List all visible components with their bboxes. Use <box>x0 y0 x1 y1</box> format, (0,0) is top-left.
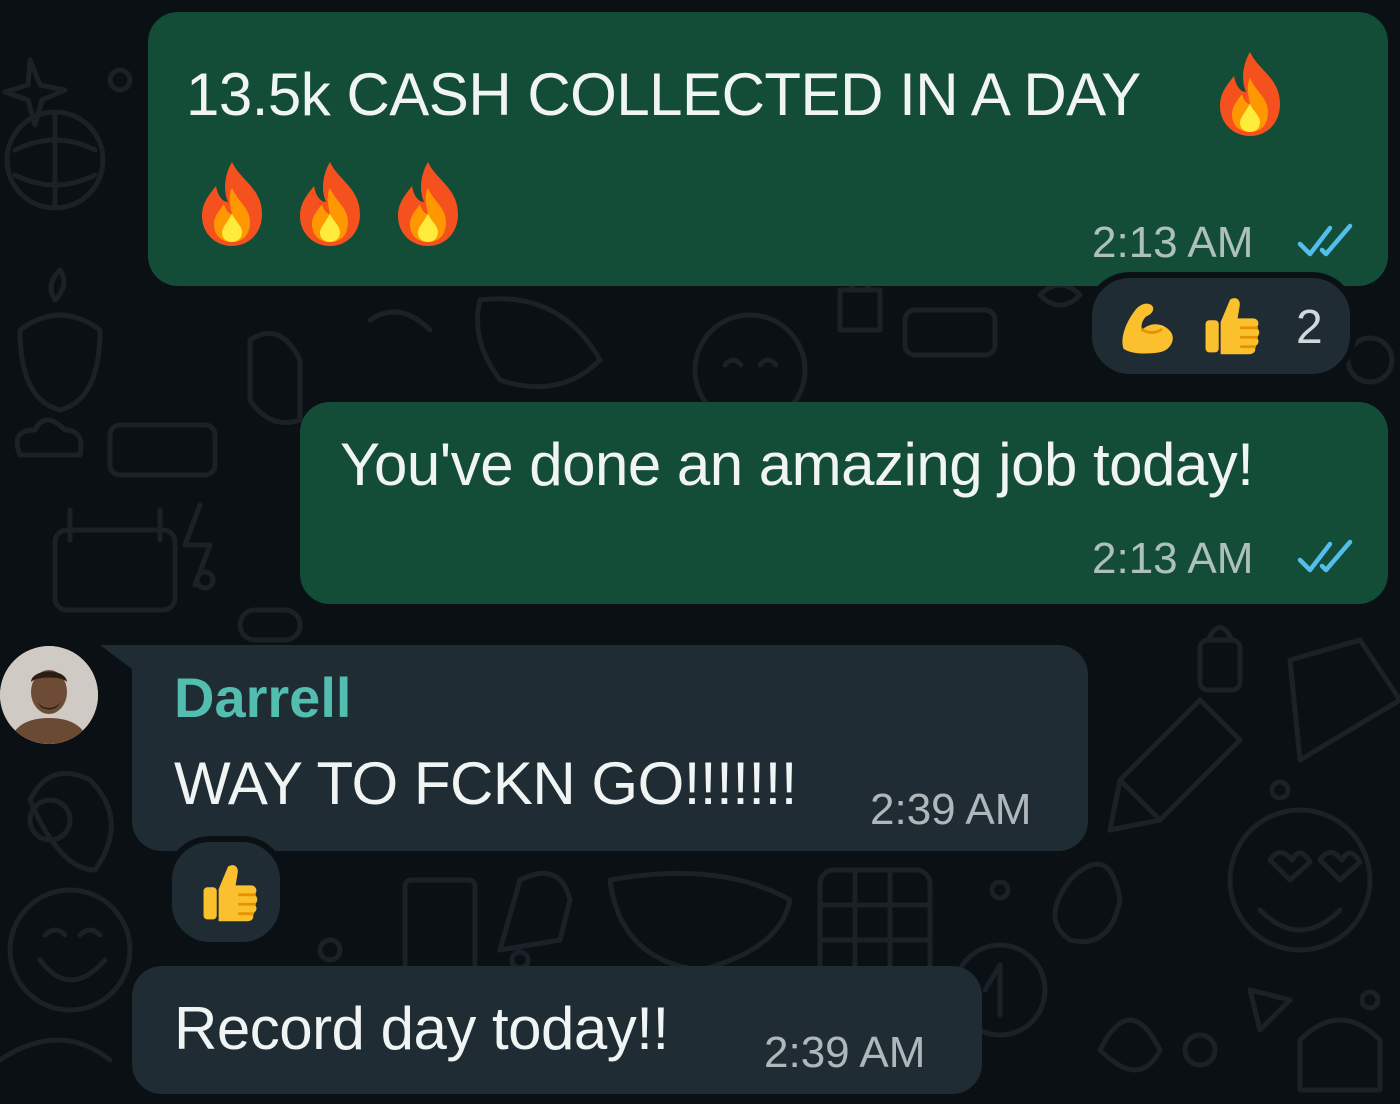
message-time: 2:39 AM <box>764 1028 926 1077</box>
message-text: You've done an amazing job today! <box>340 431 1254 498</box>
message-time: 2:13 AM <box>1092 218 1254 267</box>
fire-emoji <box>1220 52 1280 136</box>
avatar-photo <box>0 646 98 744</box>
reaction-count: 2 <box>1296 301 1323 354</box>
message-text: WAY TO FCKN GO!!!!!!! <box>174 750 797 817</box>
fire-emoji <box>300 162 360 246</box>
message-bubble-outgoing[interactable]: You've done an amazing job today! 2:13 A… <box>300 402 1388 604</box>
message-text: 13.5k CASH COLLECTED IN A DAY <box>186 61 1141 128</box>
fire-emoji <box>398 162 458 246</box>
message-time: 2:13 AM <box>1092 534 1254 583</box>
avatar[interactable] <box>0 646 98 744</box>
message-bubble-incoming[interactable]: Darrell WAY TO FCKN GO!!!!!!! 2:39 AM <box>132 645 1088 851</box>
message-bubble-incoming[interactable]: Record day today!! 2:39 AM <box>132 966 982 1094</box>
flexed-biceps-emoji <box>1122 303 1173 354</box>
thumbs-up-emoji <box>1205 298 1260 355</box>
message-text: Record day today!! <box>174 995 669 1062</box>
message-bubble-outgoing[interactable]: 13.5k CASH COLLECTED IN A DAY 2:13 AM <box>148 12 1388 286</box>
read-receipt-icon <box>1297 539 1353 573</box>
fire-emoji <box>202 162 262 246</box>
reaction-pill[interactable] <box>166 836 286 948</box>
thumbs-up-emoji <box>203 865 258 922</box>
read-receipt-icon <box>1297 223 1353 257</box>
reaction-pill[interactable]: 2 <box>1086 272 1356 380</box>
sender-name[interactable]: Darrell <box>174 665 351 730</box>
message-time: 2:39 AM <box>870 785 1032 834</box>
